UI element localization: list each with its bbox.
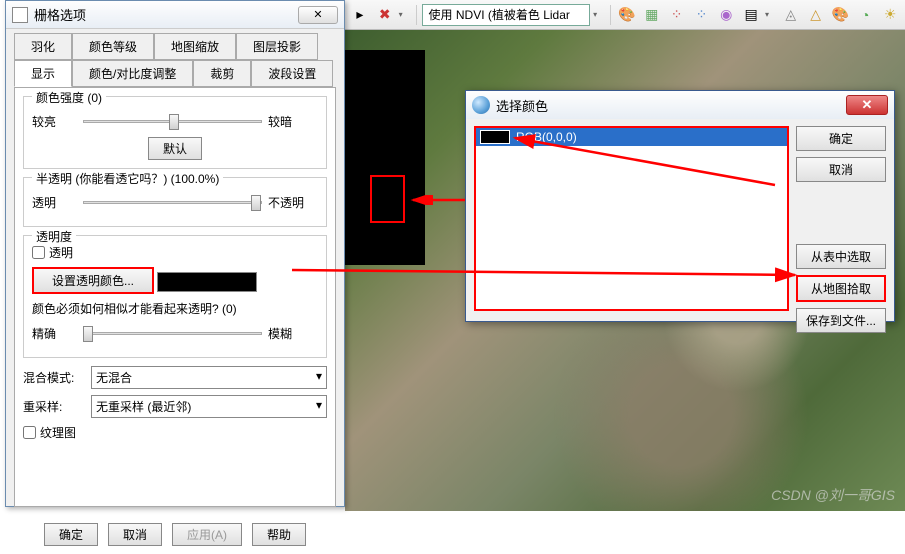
triangle-icon[interactable]: △: [805, 4, 827, 26]
palette-icon[interactable]: 🎨: [616, 4, 638, 26]
translucent-group: 半透明 (你能看透它吗？) (100.0%) 透明 不透明: [23, 177, 327, 227]
dots-icon[interactable]: ⁘: [666, 4, 688, 26]
raster-icon: [12, 7, 28, 23]
tool-arrow-icon[interactable]: ▸: [349, 4, 371, 26]
color-item-label: RGB(0,0,0): [516, 130, 577, 144]
ok-button[interactable]: 确定: [796, 126, 886, 151]
raster-options-dialog: 栅格选项 ✕ 羽化 颜色等级 地图缩放 图层投影 显示 颜色/对比度调整 裁剪 …: [5, 0, 345, 507]
color-select-dialog: 选择颜色 ✕ RGB(0,0,0) 确定 取消 从表中选取 从地图拾取 保存到文…: [465, 90, 895, 322]
texture-checkbox[interactable]: 纹理图: [23, 424, 327, 441]
default-button[interactable]: 默认: [148, 137, 202, 160]
tab-display[interactable]: 显示: [14, 60, 72, 87]
from-table-button[interactable]: 从表中选取: [796, 244, 886, 269]
black-mask-left: [345, 50, 425, 265]
transparent-checkbox[interactable]: 透明: [32, 244, 318, 261]
tab-contrast[interactable]: 颜色/对比度调整: [72, 60, 193, 87]
intensity-group: 颜色强度 (0) 较亮 较暗 默认: [23, 96, 327, 169]
transparent-label: 透明: [32, 194, 77, 211]
intensity-label: 颜色强度 (0): [32, 89, 106, 106]
save-file-button[interactable]: 保存到文件...: [796, 308, 886, 333]
grid-icon[interactable]: ▦: [641, 4, 663, 26]
tab-color-levels[interactable]: 颜色等级: [72, 33, 154, 60]
intensity-slider[interactable]: [83, 111, 262, 131]
fuzzy-label: 模糊: [268, 325, 318, 342]
ok-button[interactable]: 确定: [44, 523, 98, 546]
color-list[interactable]: RGB(0,0,0): [474, 126, 789, 311]
blend-row: 混合模式: 无混合▾: [23, 366, 327, 389]
resample-label: 重采样:: [23, 398, 83, 415]
raster-titlebar[interactable]: 栅格选项 ✕: [6, 1, 344, 29]
similarity-slider[interactable]: [83, 323, 262, 343]
transparency-group: 透明度 透明 设置透明颜色... 颜色必须如何相似才能看起来透明? (0) 精确…: [23, 235, 327, 358]
layers-icon[interactable]: ▤: [740, 4, 762, 26]
brighter-label: 较亮: [32, 113, 77, 130]
from-map-button[interactable]: 从地图拾取: [796, 275, 886, 302]
tab-band[interactable]: 波段设置: [251, 60, 333, 87]
cancel-button[interactable]: 取消: [796, 157, 886, 182]
dropdown-icon[interactable]: ▾: [399, 10, 411, 19]
dots2-icon[interactable]: ⁘: [691, 4, 713, 26]
help-button[interactable]: 帮助: [252, 523, 306, 546]
resample-select[interactable]: 无重采样 (最近邻)▾: [91, 395, 327, 418]
exact-label: 精确: [32, 325, 77, 342]
sun-icon[interactable]: ☀: [879, 4, 901, 26]
apply-button[interactable]: 应用(A): [172, 523, 242, 546]
close-button[interactable]: ✕: [846, 95, 888, 115]
side-buttons: 确定 取消 从表中选取 从地图拾取 保存到文件...: [796, 126, 886, 333]
dialog-buttons: 确定 取消 应用(A) 帮助: [6, 515, 344, 554]
ndvi-dropdown[interactable]: 使用 NDVI (植被着色 Lidar: [422, 4, 591, 26]
blend-select[interactable]: 无混合▾: [91, 366, 327, 389]
watermark: CSDN @刘一哥GIS: [771, 485, 895, 505]
palette2-icon[interactable]: 🎨: [830, 4, 852, 26]
darker-label: 较暗: [268, 113, 318, 130]
texture-check-input[interactable]: [23, 426, 36, 439]
color-item[interactable]: RGB(0,0,0): [476, 128, 787, 146]
dropdown-icon[interactable]: ▾: [765, 10, 777, 19]
tab-layer-proj[interactable]: 图层投影: [236, 33, 318, 60]
cancel-button[interactable]: 取消: [108, 523, 162, 546]
color-swatch-icon: [480, 130, 510, 144]
dropdown-icon[interactable]: ▾: [593, 10, 605, 19]
transparency-label: 透明度: [32, 228, 76, 245]
tab-row-1: 羽化 颜色等级 地图缩放 图层投影: [6, 29, 344, 60]
globe-icon: [472, 96, 490, 114]
tab-map-zoom[interactable]: 地图缩放: [154, 33, 236, 60]
circle-icon[interactable]: ◉: [715, 4, 737, 26]
resample-row: 重采样: 无重采样 (最近邻)▾: [23, 395, 327, 418]
translucent-label: 半透明 (你能看透它吗？) (100.0%): [32, 170, 223, 187]
translucent-slider[interactable]: [83, 192, 262, 212]
tab-row-2: 显示 颜色/对比度调整 裁剪 波段设置: [6, 60, 344, 87]
color-title: 选择颜色: [496, 96, 840, 115]
transparent-check-input[interactable]: [32, 246, 45, 259]
pie-icon[interactable]: ◔: [854, 4, 876, 26]
tab-crop[interactable]: 裁剪: [193, 60, 251, 87]
tool-icon[interactable]: ◬: [780, 4, 802, 26]
tab-content: 颜色强度 (0) 较亮 较暗 默认 半透明 (你能看透它吗？) (100.0%)…: [14, 87, 336, 507]
tab-feather[interactable]: 羽化: [14, 33, 72, 60]
blend-label: 混合模式:: [23, 369, 83, 386]
color-swatch: [157, 272, 257, 292]
similarity-label: 颜色必须如何相似才能看起来透明? (0): [32, 300, 318, 317]
main-toolbar: ▸ ✖ ▾ 使用 NDVI (植被着色 Lidar ▾ 🎨 ▦ ⁘ ⁘ ◉ ▤ …: [345, 0, 905, 30]
close-button[interactable]: ✕: [298, 6, 338, 24]
raster-title: 栅格选项: [34, 5, 298, 24]
set-transparent-color-button[interactable]: 设置透明颜色...: [32, 267, 154, 294]
opaque-label: 不透明: [268, 194, 318, 211]
tool-x-icon[interactable]: ✖: [374, 4, 396, 26]
color-titlebar[interactable]: 选择颜色 ✕: [466, 91, 894, 119]
